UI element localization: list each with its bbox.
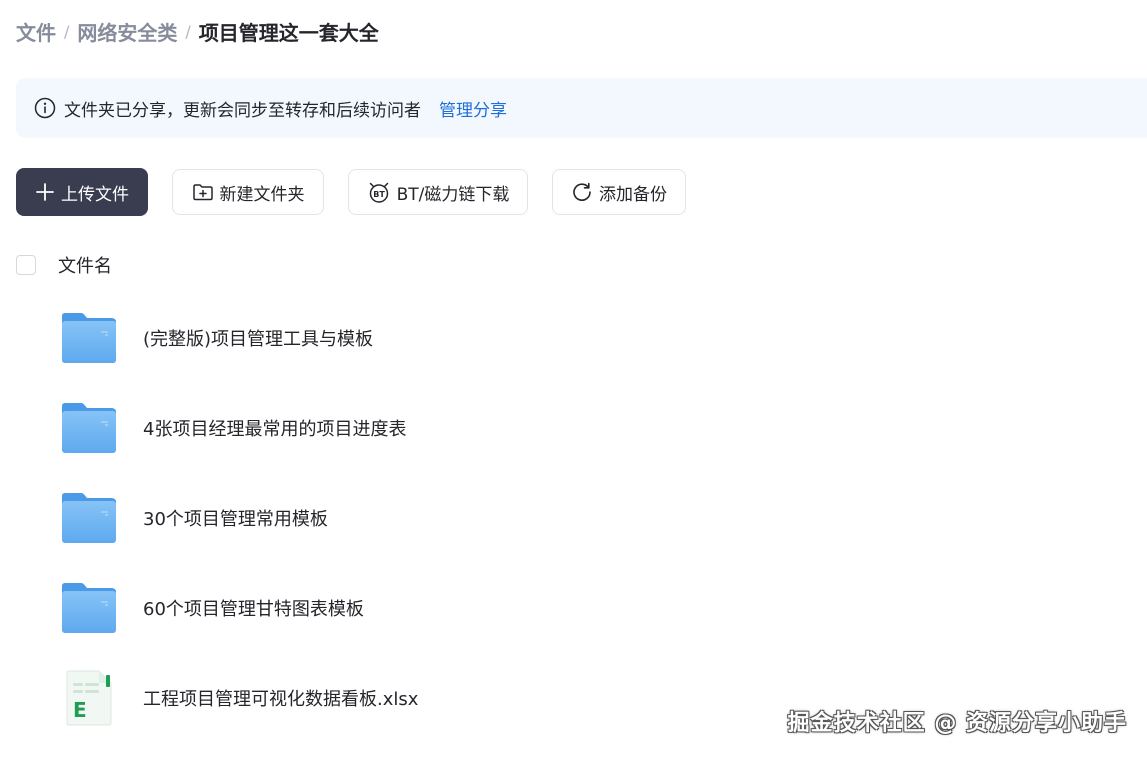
folder-icon bbox=[60, 399, 118, 457]
file-name[interactable]: 30个项目管理常用模板 bbox=[143, 505, 328, 531]
file-name[interactable]: 工程项目管理可视化数据看板.xlsx bbox=[143, 685, 418, 711]
upload-file-label: 上传文件 bbox=[61, 184, 129, 205]
file-row[interactable]: 4张项目经理最常用的项目进度表 bbox=[16, 388, 1116, 468]
file-name[interactable]: 60个项目管理甘特图表模板 bbox=[143, 595, 364, 621]
info-icon bbox=[34, 97, 56, 119]
new-folder-icon bbox=[192, 182, 214, 202]
file-list-header: 文件名 bbox=[16, 248, 112, 282]
plus-icon bbox=[35, 182, 55, 202]
manage-share-link[interactable]: 管理分享 bbox=[439, 96, 507, 121]
breadcrumb-item-root[interactable]: 文件 bbox=[16, 17, 56, 46]
file-row[interactable]: (完整版)项目管理工具与模板 bbox=[16, 298, 1116, 378]
add-backup-label: 添加备份 bbox=[599, 184, 667, 205]
breadcrumb: 文件 / 网络安全类 / 项目管理这一套大全 bbox=[16, 16, 379, 46]
select-all-checkbox[interactable] bbox=[16, 255, 36, 275]
breadcrumb-separator: / bbox=[185, 21, 191, 41]
file-name[interactable]: (完整版)项目管理工具与模板 bbox=[143, 325, 373, 351]
bt-magnet-download-button[interactable]: BT BT/磁力链下载 bbox=[348, 169, 528, 215]
share-notice: 文件夹已分享，更新会同步至转存和后续访问者 管理分享 bbox=[16, 78, 1147, 138]
bt-icon: BT bbox=[367, 181, 391, 203]
file-row[interactable]: 30个项目管理常用模板 bbox=[16, 478, 1116, 558]
breadcrumb-separator: / bbox=[64, 21, 70, 41]
svg-text:E: E bbox=[73, 698, 87, 722]
breadcrumb-item-security[interactable]: 网络安全类 bbox=[77, 17, 177, 46]
watermark: 掘金技术社区 @ 资源分享小助手 bbox=[787, 711, 1127, 736]
file-name[interactable]: 4张项目经理最常用的项目进度表 bbox=[143, 415, 406, 441]
new-folder-button[interactable]: 新建文件夹 bbox=[172, 169, 324, 215]
file-row[interactable]: 60个项目管理甘特图表模板 bbox=[16, 568, 1116, 648]
folder-icon bbox=[60, 579, 118, 637]
add-backup-button[interactable]: 添加备份 bbox=[552, 169, 686, 215]
excel-file-icon: E bbox=[60, 669, 118, 727]
folder-icon bbox=[60, 489, 118, 547]
toolbar: 上传文件 新建文件夹 BT BT/磁力链下载 添加备份 bbox=[16, 168, 710, 216]
new-folder-label: 新建文件夹 bbox=[219, 184, 305, 205]
breadcrumb-current: 项目管理这一套大全 bbox=[198, 20, 379, 45]
backup-sync-icon bbox=[571, 181, 593, 203]
upload-file-button[interactable]: 上传文件 bbox=[16, 168, 148, 216]
share-notice-text: 文件夹已分享，更新会同步至转存和后续访问者 bbox=[64, 100, 421, 121]
folder-icon bbox=[60, 309, 118, 367]
svg-text:BT: BT bbox=[373, 190, 385, 199]
filename-column-header: 文件名 bbox=[58, 256, 112, 277]
bt-magnet-download-label: BT/磁力链下载 bbox=[396, 184, 510, 205]
